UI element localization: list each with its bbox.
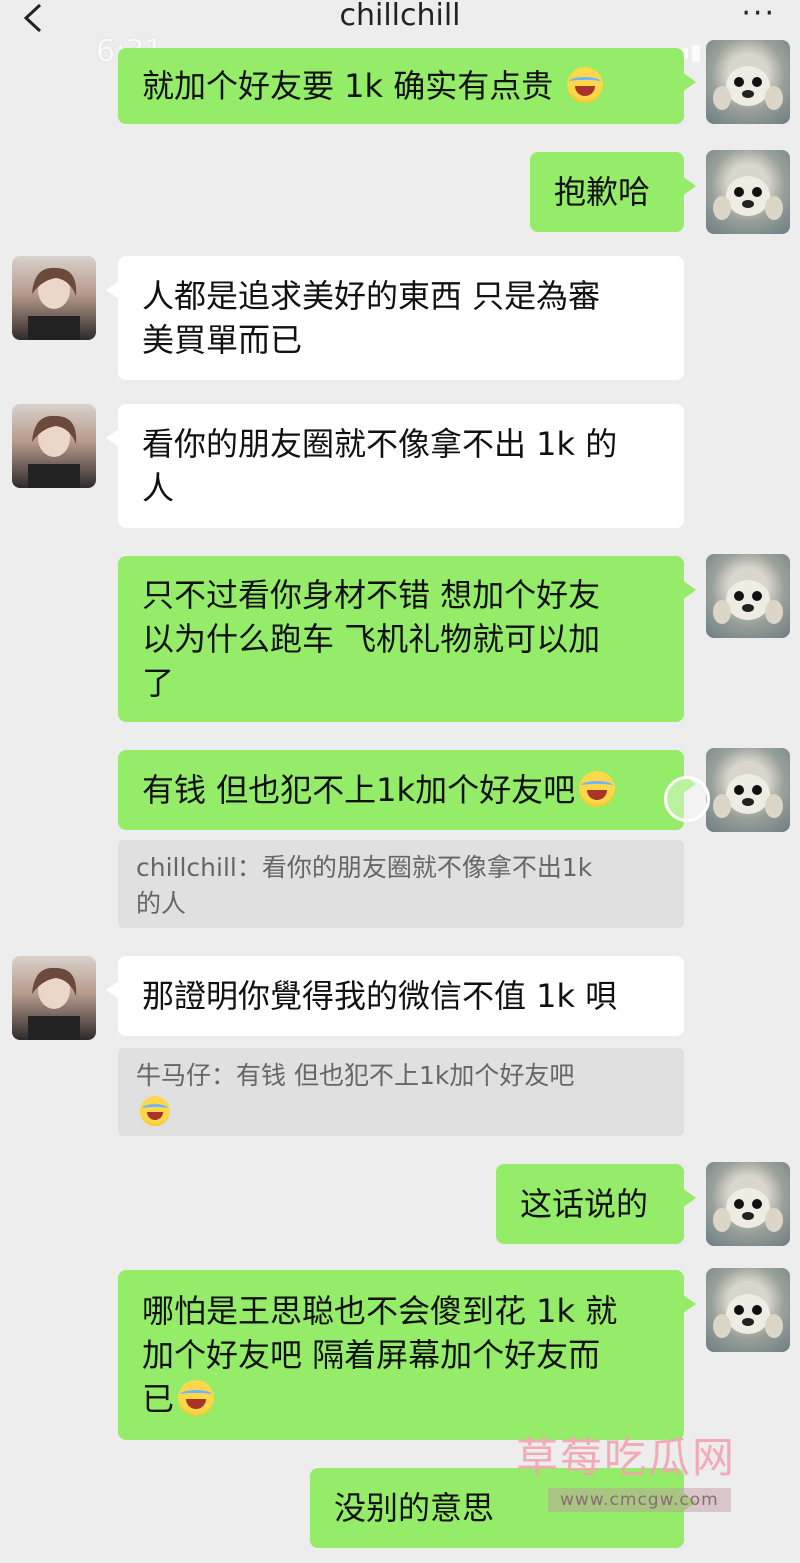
message-text-line: 看你的朋友圈就不像拿不出 1k 的 [142, 425, 618, 463]
quote-text-line: chillchill：看你的朋友圈就不像拿不出1k [136, 853, 593, 882]
message-text: 这话说的 [520, 1185, 649, 1223]
chat-header: chillchill ··· [0, 0, 800, 36]
quoted-reply[interactable]: chillchill：看你的朋友圈就不像拿不出1k 的人 [118, 840, 684, 928]
message-bubble-sent[interactable]: 这话说的 [496, 1164, 696, 1244]
message-text: 抱歉哈 [554, 173, 651, 211]
avatar-self[interactable] [706, 1268, 790, 1352]
avatar-self[interactable] [706, 40, 790, 124]
message-text-line: 人都是追求美好的東西 只是為審 [142, 277, 601, 315]
quoted-reply[interactable]: 牛马仔：有钱 但也犯不上1k加个好友吧 [118, 1048, 684, 1136]
message-bubble-received[interactable]: 人都是追求美好的東西 只是為審 美買單而已 [106, 256, 684, 380]
message-text-line: 人 [142, 469, 175, 507]
avatar-contact[interactable] [12, 404, 96, 488]
message-bubble-sent[interactable]: 抱歉哈 [530, 152, 696, 232]
message-text-line: 哪怕是王思聪也不会傻到花 1k 就 [142, 1292, 618, 1330]
avatar-contact[interactable] [12, 256, 96, 340]
watermark-logo: 草莓吃瓜网 [516, 1433, 737, 1482]
laughing-emoji-icon [140, 1096, 170, 1126]
watermark-url: www.cmcgw.com [548, 1488, 731, 1512]
message-text-line: 以为什么跑车 飞机礼物就可以加 [142, 620, 601, 658]
message-text-line: 加个好友吧 隔着屏幕加个好友而 [142, 1336, 601, 1374]
quote-text-line: 牛马仔：有钱 但也犯不上1k加个好友吧 [136, 1061, 575, 1090]
avatar-self[interactable] [706, 150, 790, 234]
message-bubble-received[interactable]: 看你的朋友圈就不像拿不出 1k 的 人 [106, 404, 684, 528]
more-options-icon[interactable]: ··· [741, 0, 776, 31]
message-bubble-sent[interactable]: 只不过看你身材不错 想加个好友 以为什么跑车 飞机礼物就可以加 了 [118, 556, 696, 722]
message-text: 就加个好友要 1k 确实有点贵 [142, 67, 554, 105]
message-text-line: 只不过看你身材不错 想加个好友 [142, 576, 601, 614]
avatar-self[interactable] [706, 1162, 790, 1246]
avatar-self[interactable] [706, 748, 790, 832]
message-text: 那證明你覺得我的微信不值 1k 唄 [142, 977, 618, 1015]
message-text: 有钱 但也犯不上1k加个好友吧 [142, 771, 576, 809]
avatar-self[interactable] [706, 554, 790, 638]
message-bubble-sent[interactable]: 就加个好友要 1k 确实有点贵 [118, 48, 696, 124]
message-text-line: 已 [142, 1380, 175, 1418]
message-text-line: 美買單而已 [142, 321, 303, 359]
chat-title: chillchill [339, 0, 461, 33]
message-text-line: 了 [142, 664, 175, 702]
quote-text-line: 的人 [136, 889, 187, 918]
laughing-emoji-icon [567, 67, 604, 103]
touch-indicator-icon [664, 776, 710, 822]
message-bubble-sent[interactable]: 哪怕是王思聪也不会傻到花 1k 就 加个好友吧 隔着屏幕加个好友而 已 [118, 1270, 696, 1440]
message-bubble-received[interactable]: 那證明你覺得我的微信不值 1k 唄 [106, 956, 684, 1036]
laughing-emoji-icon [178, 1380, 215, 1416]
avatar-contact[interactable] [12, 956, 96, 1040]
laughing-emoji-icon [579, 771, 616, 807]
message-bubble-sent[interactable]: 有钱 但也犯不上1k加个好友吧 [118, 750, 696, 830]
